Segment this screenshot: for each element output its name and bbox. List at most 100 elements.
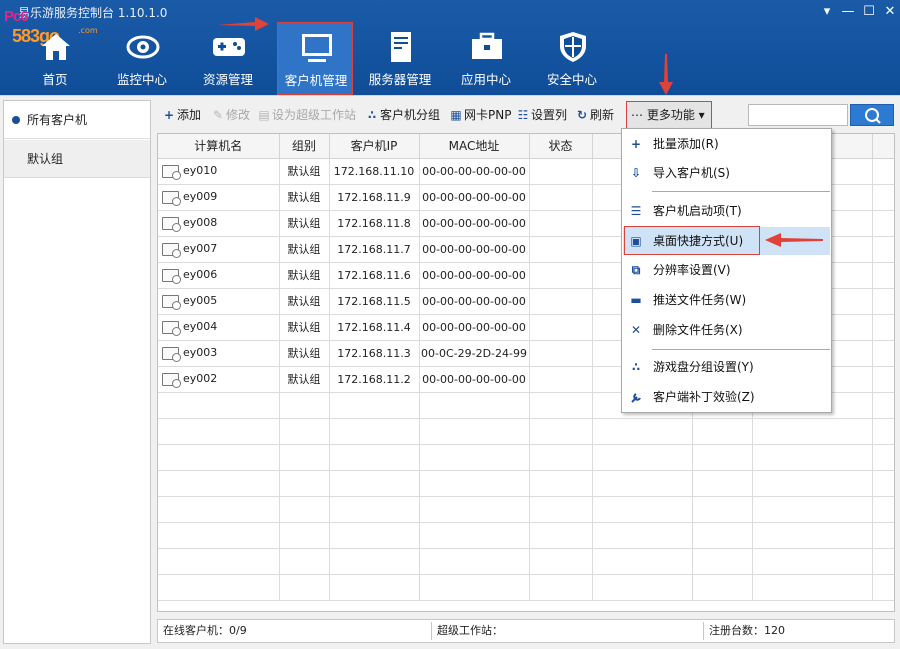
minimize-button[interactable]: — bbox=[839, 4, 857, 20]
empty-cell bbox=[872, 470, 894, 497]
table-cell: 172.168.11.2 bbox=[329, 366, 420, 393]
set-super-station-button[interactable]: ▤ 设为超级工作站 bbox=[258, 102, 356, 128]
menu-item-resolution[interactable]: ⧉ 分辨率设置(V) bbox=[623, 256, 830, 284]
empty-cell bbox=[329, 522, 420, 549]
empty-cell bbox=[592, 418, 693, 445]
empty-cell bbox=[158, 418, 280, 445]
empty-cell bbox=[872, 574, 894, 601]
sidebar-item-all-clients[interactable]: 所有客户机 bbox=[4, 101, 150, 139]
table-cell: 172.168.11.10 bbox=[329, 158, 420, 185]
empty-cell bbox=[329, 574, 420, 601]
add-button[interactable]: + 添加 bbox=[163, 102, 201, 128]
column-header[interactable]: 组别 bbox=[279, 134, 330, 159]
empty-cell bbox=[419, 470, 530, 497]
annotation-arrow-left-icon bbox=[765, 233, 823, 247]
nav-server-manage[interactable]: 服务器管理 bbox=[362, 22, 438, 95]
column-header[interactable] bbox=[872, 134, 894, 159]
menu-item-label: 推送文件任务(W) bbox=[653, 293, 747, 307]
maximize-button[interactable]: ☐ bbox=[860, 4, 878, 20]
more-functions-button[interactable]: ⋯ 更多功能 ▾ bbox=[626, 101, 712, 129]
cell-computer-name: ey008 bbox=[158, 210, 280, 237]
column-header[interactable]: MAC地址 bbox=[419, 134, 530, 159]
nav-client-manage-label: 客户机管理 bbox=[284, 73, 348, 88]
menu-item-delete-file-task[interactable]: ✕ 删除文件任务(X) bbox=[623, 316, 830, 344]
client-pc-icon bbox=[162, 268, 181, 284]
online-count: 在线客户机：0/9 bbox=[163, 624, 247, 637]
menu-item-label: 客户端补丁效验(Z) bbox=[653, 390, 755, 404]
nav-home[interactable]: 首页 bbox=[17, 22, 93, 95]
client-group-label: 客户机分组 bbox=[380, 108, 441, 122]
empty-cell bbox=[329, 444, 420, 471]
empty-cell bbox=[592, 444, 693, 471]
column-header[interactable]: 状态 bbox=[529, 134, 593, 159]
empty-cell bbox=[529, 574, 593, 601]
computer-name-text: ey005 bbox=[183, 294, 218, 308]
menu-item-import-clients[interactable]: ⇩ 导入客户机(S) bbox=[623, 159, 830, 187]
empty-cell bbox=[529, 470, 593, 497]
menu-item-label: 批量添加(R) bbox=[653, 137, 719, 151]
table-cell: 默认组 bbox=[279, 314, 330, 341]
empty-cell bbox=[279, 392, 330, 419]
nav-security[interactable]: 安全中心 bbox=[534, 22, 610, 95]
table-cell bbox=[529, 262, 593, 289]
table-cell bbox=[529, 314, 593, 341]
table-cell bbox=[872, 262, 894, 289]
table-cell: 172.168.11.9 bbox=[329, 184, 420, 211]
empty-cell bbox=[529, 548, 593, 575]
edit-button[interactable]: ✎ 修改 bbox=[212, 102, 250, 128]
menu-item-label: 游戏盘分组设置(Y) bbox=[653, 360, 754, 374]
table-cell bbox=[872, 184, 894, 211]
startup-list-icon: ☰ bbox=[630, 204, 642, 218]
app-window: 易乐游服务控制台 1.10.1.0 Pc6 583go .com ▾ — ☐ ✕… bbox=[0, 0, 900, 649]
column-header[interactable]: 计算机名 bbox=[158, 134, 280, 159]
set-columns-button[interactable]: ☷ 设置列 bbox=[517, 102, 567, 128]
empty-cell bbox=[279, 522, 330, 549]
table-cell: 默认组 bbox=[279, 262, 330, 289]
nav-client-manage[interactable]: 客户机管理 bbox=[277, 22, 353, 95]
menu-item-game-disk-group[interactable]: ∴ 游戏盘分组设置(Y) bbox=[623, 353, 830, 381]
search-input[interactable] bbox=[748, 104, 848, 126]
menu-item-label: 客户机启动项(T) bbox=[653, 204, 742, 218]
sidebar-item-default-group[interactable]: 默认组 bbox=[4, 140, 150, 178]
empty-cell bbox=[158, 496, 280, 523]
nav-monitor[interactable]: 监控中心 bbox=[104, 22, 180, 95]
computer-name-text: ey009 bbox=[183, 190, 218, 204]
computer-name-text: ey010 bbox=[183, 164, 218, 178]
close-button[interactable]: ✕ bbox=[881, 4, 899, 20]
nav-app-center[interactable]: 应用中心 bbox=[448, 22, 524, 95]
search-button[interactable] bbox=[850, 104, 894, 126]
empty-cell bbox=[872, 522, 894, 549]
nav-monitor-label: 监控中心 bbox=[116, 72, 167, 87]
empty-cell bbox=[692, 444, 753, 471]
empty-cell bbox=[872, 444, 894, 471]
table-cell bbox=[529, 366, 593, 393]
add-label: 添加 bbox=[177, 108, 202, 122]
folder-icon: ▬ bbox=[630, 293, 642, 307]
table-cell: 172.168.11.6 bbox=[329, 262, 420, 289]
column-header[interactable]: 客户机IP bbox=[329, 134, 420, 159]
menu-item-push-file-task[interactable]: ▬ 推送文件任务(W) bbox=[623, 286, 830, 314]
empty-cell bbox=[329, 418, 420, 445]
empty-cell bbox=[692, 548, 753, 575]
nic-pnp-button[interactable]: ▦ 网卡PNP bbox=[450, 102, 511, 128]
toolbox-icon bbox=[472, 32, 502, 59]
empty-cell bbox=[592, 522, 693, 549]
menu-item-startup-items[interactable]: ☰ 客户机启动项(T) bbox=[623, 197, 830, 225]
table-cell bbox=[872, 340, 894, 367]
super-station-status: 超级工作站： bbox=[437, 624, 503, 637]
refresh-button[interactable]: ↻ 刷新 bbox=[576, 102, 614, 128]
menu-caret-button[interactable]: ▾ bbox=[818, 4, 836, 20]
client-pc-icon bbox=[162, 294, 181, 310]
table-cell bbox=[529, 184, 593, 211]
menu-item-patch-verify[interactable]: 客户端补丁效验(Z) bbox=[623, 383, 830, 411]
empty-cell bbox=[158, 470, 280, 497]
top-banner: 易乐游服务控制台 1.10.1.0 Pc6 583go .com ▾ — ☐ ✕… bbox=[0, 0, 900, 95]
registered-count: 注册台数：120 bbox=[709, 624, 785, 637]
sidebar-item-label: 默认组 bbox=[27, 152, 64, 166]
menu-item-label: 分辨率设置(V) bbox=[653, 263, 731, 277]
client-group-button[interactable]: ∴ 客户机分组 bbox=[366, 102, 440, 128]
menu-item-batch-add[interactable]: + 批量添加(R) bbox=[623, 130, 830, 158]
shield-icon bbox=[560, 32, 586, 62]
computer-name-text: ey004 bbox=[183, 320, 218, 334]
table-cell bbox=[529, 288, 593, 315]
